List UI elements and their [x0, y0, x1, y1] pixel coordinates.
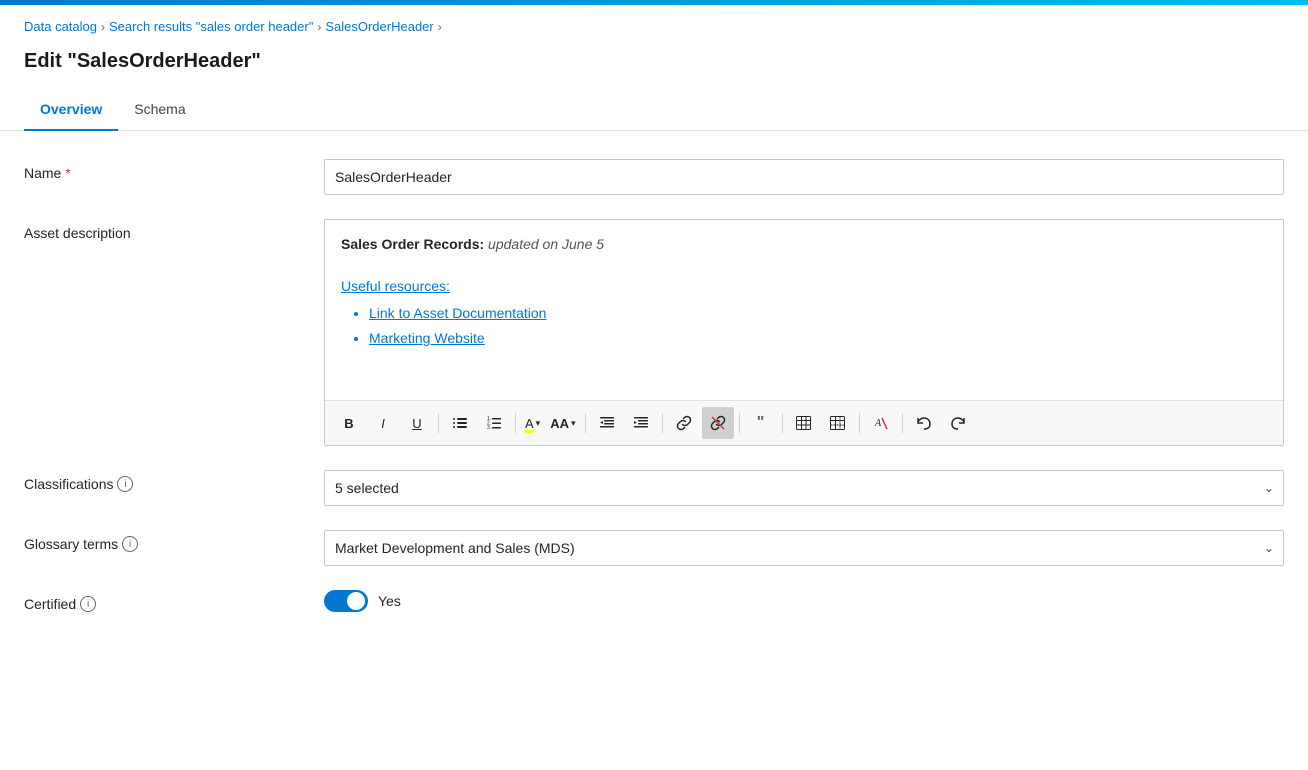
svg-text:3.: 3. [487, 425, 491, 430]
toolbar-remove-link[interactable] [702, 407, 734, 439]
svg-text:A: A [874, 418, 882, 429]
useful-resources-heading: Useful resources: [341, 278, 450, 294]
editor-content[interactable]: Sales Order Records: updated on June 5 U… [325, 220, 1283, 400]
classifications-select[interactable]: 5 selected [324, 470, 1284, 506]
description-row: Asset description Sales Order Records: u… [24, 219, 1284, 446]
description-italic: updated on June 5 [484, 236, 604, 252]
glossary-info-icon[interactable]: i [122, 536, 138, 552]
toolbar-insert-link[interactable] [668, 407, 700, 439]
classifications-value: 5 selected [335, 480, 399, 496]
toolbar-table[interactable] [788, 407, 820, 439]
breadcrumb-sep-2: › [317, 20, 321, 34]
certified-row: Certified i Yes [24, 590, 1284, 612]
name-row: Name * [24, 159, 1284, 195]
breadcrumb: Data catalog › Search results "sales ord… [0, 5, 1308, 42]
tab-overview[interactable]: Overview [24, 89, 118, 131]
name-input[interactable] [324, 159, 1284, 195]
toolbar-font-size[interactable]: AA ▾ [546, 407, 579, 439]
breadcrumb-search-results[interactable]: Search results "sales order header" [109, 19, 313, 34]
glossary-label: Glossary terms i [24, 530, 324, 552]
certified-toggle-row: Yes [324, 590, 1284, 612]
toolbar-indent-decrease[interactable] [591, 407, 623, 439]
name-control [324, 159, 1284, 195]
description-control: Sales Order Records: updated on June 5 U… [324, 219, 1284, 446]
certified-toggle-thumb [347, 592, 365, 610]
toolbar-sep-1 [438, 413, 439, 433]
highlight-chevron: ▾ [536, 418, 541, 429]
toolbar-bold[interactable]: B [333, 407, 365, 439]
toolbar-sep-2 [515, 413, 516, 433]
toolbar-italic[interactable]: I [367, 407, 399, 439]
page-title: Edit "SalesOrderHeader" [0, 42, 1308, 89]
toolbar-indent-increase[interactable] [625, 407, 657, 439]
name-required-star: * [65, 165, 70, 181]
form-area: Name * Asset description Sales Order Rec… [0, 131, 1308, 664]
breadcrumb-sep-3: › [438, 20, 442, 34]
toolbar-sep-7 [859, 413, 860, 433]
toolbar-redo[interactable] [942, 407, 974, 439]
certified-control: Yes [324, 590, 1284, 612]
toolbar-sep-4 [662, 413, 663, 433]
fontsize-chevron: ▾ [571, 418, 576, 429]
classifications-row: Classifications i 5 selected ⌄ [24, 470, 1284, 506]
toolbar-sep-5 [739, 413, 740, 433]
breadcrumb-sales-order-header[interactable]: SalesOrderHeader [325, 19, 433, 34]
glossary-select-wrapper: Market Development and Sales (MDS) ⌄ [324, 530, 1284, 566]
classifications-info-icon[interactable]: i [117, 476, 133, 492]
glossary-row: Glossary terms i Market Development and … [24, 530, 1284, 566]
glossary-select[interactable]: Market Development and Sales (MDS) [324, 530, 1284, 566]
resource-link-1[interactable]: Link to Asset Documentation [369, 305, 546, 321]
editor-toolbar: B I U [325, 400, 1283, 445]
certified-toggle[interactable] [324, 590, 368, 612]
certified-label: Certified i [24, 590, 324, 612]
toolbar-underline[interactable]: U [401, 407, 433, 439]
breadcrumb-data-catalog[interactable]: Data catalog [24, 19, 97, 34]
tab-schema[interactable]: Schema [118, 89, 201, 131]
glossary-value: Market Development and Sales (MDS) [335, 540, 575, 556]
tab-bar: Overview Schema [0, 89, 1308, 131]
rich-text-editor[interactable]: Sales Order Records: updated on June 5 U… [324, 219, 1284, 446]
description-bold: Sales Order Records: [341, 236, 484, 252]
certified-info-icon[interactable]: i [80, 596, 96, 612]
classifications-label: Classifications i [24, 470, 324, 492]
toolbar-undo[interactable] [908, 407, 940, 439]
glossary-control: Market Development and Sales (MDS) ⌄ [324, 530, 1284, 566]
classifications-control: 5 selected ⌄ [324, 470, 1284, 506]
toolbar-bullet-list[interactable] [444, 407, 476, 439]
toolbar-quote[interactable]: " [745, 407, 777, 439]
name-label: Name * [24, 159, 324, 181]
description-label: Asset description [24, 219, 324, 241]
toolbar-table-edit[interactable] [822, 407, 854, 439]
resources-list: Link to Asset Documentation Marketing We… [369, 303, 1267, 349]
toolbar-sep-8 [902, 413, 903, 433]
resource-link-2[interactable]: Marketing Website [369, 330, 485, 346]
toolbar-sep-6 [782, 413, 783, 433]
toolbar-clear-format[interactable]: A [865, 407, 897, 439]
toolbar-numbered-list[interactable]: 1. 2. 3. [478, 407, 510, 439]
toolbar-sep-3 [585, 413, 586, 433]
certified-toggle-label: Yes [378, 593, 401, 609]
toolbar-highlight[interactable]: A ▾ [521, 407, 544, 439]
classifications-select-wrapper: 5 selected ⌄ [324, 470, 1284, 506]
breadcrumb-sep-1: › [101, 20, 105, 34]
